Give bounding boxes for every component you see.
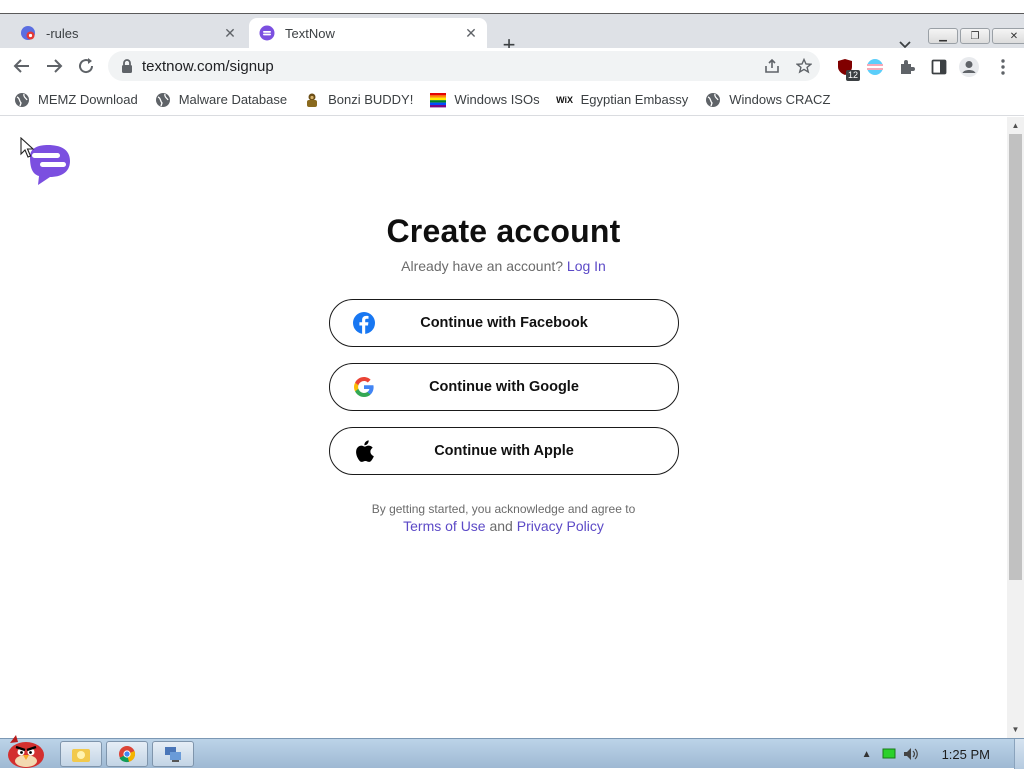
scroll-down-arrow-icon[interactable]: ▼ — [1007, 721, 1024, 738]
scroll-up-arrow-icon[interactable]: ▲ — [1007, 117, 1024, 134]
globe-icon — [155, 92, 171, 108]
show-hidden-icons-icon[interactable]: ▲ — [856, 743, 878, 765]
bookmarks-bar: MEMZ Download Malware Database Bonzi BUD… — [0, 84, 1024, 116]
google-icon — [352, 375, 376, 399]
bookmark-memz[interactable]: MEMZ Download — [14, 92, 138, 108]
legal-notice: By getting started, you acknowledge and … — [0, 501, 1007, 534]
address-bar[interactable]: textnow.com/signup — [108, 51, 820, 81]
vertical-scrollbar[interactable]: ▲ ▼ — [1007, 117, 1024, 738]
side-panel-icon[interactable] — [928, 56, 950, 78]
bookmark-malware-database[interactable]: Malware Database — [155, 92, 287, 108]
bookmark-label: MEMZ Download — [38, 92, 138, 107]
back-arrow-icon[interactable] — [10, 54, 34, 78]
textnow-favicon-icon — [259, 25, 275, 41]
profile-avatar-icon[interactable] — [958, 56, 980, 78]
login-prompt: Already have an account? Log In — [0, 258, 1007, 274]
bookmark-label: Egyptian Embassy — [580, 92, 689, 107]
tab-strip: ⁠-rules ✕ TextNow ✕ + ▁ ❐ ✕ — [0, 14, 1024, 57]
wix-icon: WiX — [556, 94, 574, 105]
extensions-puzzle-icon[interactable] — [896, 56, 918, 78]
already-have-account-text: Already have an account? — [401, 258, 564, 274]
tab-favicon-icon — [20, 25, 36, 41]
page-content: Create account Already have an account? … — [0, 117, 1007, 738]
url-text: textnow.com/signup — [142, 57, 274, 75]
rainbow-flag-icon — [430, 92, 447, 108]
taskbar-chrome-button[interactable] — [106, 741, 148, 767]
tab-rules[interactable]: ⁠-rules ✕ — [10, 18, 246, 48]
globe-icon — [14, 92, 30, 108]
taskbar-network-button[interactable] — [152, 741, 194, 767]
facebook-icon — [352, 311, 376, 335]
close-window-button[interactable]: ✕ — [992, 28, 1024, 44]
reload-icon[interactable] — [74, 54, 98, 78]
continue-with-facebook-button[interactable]: Continue with Facebook — [329, 299, 679, 347]
bookmark-bonzi-buddy[interactable]: Bonzi BUDDY! — [304, 92, 413, 108]
bookmark-windows-cracz[interactable]: Windows CRACZ — [705, 92, 830, 108]
bookmark-egyptian-embassy[interactable]: WiX Egyptian Embassy — [556, 92, 689, 108]
minimize-button[interactable]: ▁ — [928, 28, 958, 44]
show-desktop-button[interactable] — [1014, 739, 1024, 769]
legal-line: By getting started, you acknowledge and … — [371, 502, 636, 516]
forward-arrow-icon[interactable] — [42, 54, 66, 78]
login-link[interactable]: Log In — [567, 258, 606, 274]
page-title: Create account — [386, 213, 621, 249]
button-label: Continue with Apple — [434, 443, 574, 459]
continue-with-apple-button[interactable]: Continue with Apple — [329, 427, 679, 475]
extension-badge: 12 — [845, 70, 860, 81]
tab-close-icon[interactable]: ✕ — [220, 23, 240, 43]
tab-title: TextNow — [285, 25, 335, 41]
tab-textnow[interactable]: TextNow ✕ — [249, 18, 487, 48]
taskbar-explorer-button[interactable] — [60, 741, 102, 767]
bookmark-label: Windows CRACZ — [729, 92, 831, 107]
system-tray: ▲ 1:25 PM — [856, 739, 1024, 769]
bookmark-label: Windows ISOs — [454, 92, 540, 107]
taskbar: ▲ 1:25 PM — [0, 735, 1024, 769]
continue-with-google-button[interactable]: Continue with Google — [329, 363, 679, 411]
volume-icon[interactable] — [900, 743, 922, 765]
folder-icon — [72, 749, 90, 762]
network-status-icon[interactable] — [878, 743, 900, 765]
window-top-edge — [0, 0, 1024, 14]
button-label: Continue with Facebook — [420, 315, 588, 331]
browser-menu-icon[interactable] — [992, 56, 1014, 78]
taskbar-clock[interactable]: 1:25 PM — [942, 747, 990, 762]
start-button-angry-bird-icon[interactable] — [2, 733, 50, 769]
chrome-icon — [119, 746, 136, 763]
button-label: Continue with Google — [429, 379, 579, 395]
bookmark-label: Bonzi BUDDY! — [328, 92, 414, 107]
bonzi-icon — [304, 92, 320, 108]
bookmark-windows-isos[interactable]: Windows ISOs — [430, 92, 540, 108]
scrollbar-thumb[interactable] — [1009, 134, 1022, 580]
share-icon[interactable] — [756, 58, 788, 74]
flag-extension-icon[interactable] — [864, 56, 886, 78]
ublock-extension-icon[interactable]: 12 — [834, 56, 860, 81]
globe-icon — [705, 92, 721, 108]
mouse-cursor-icon — [20, 136, 36, 164]
lock-icon — [112, 59, 142, 73]
computer-icon — [165, 747, 181, 762]
browser-toolbar: textnow.com/signup 12 — [0, 48, 1024, 84]
window-controls: ▁ ❐ ✕ — [928, 28, 1024, 44]
tab-title: ⁠-rules — [46, 25, 79, 41]
legal-links-row: Terms of Use and Privacy Policy — [0, 518, 1007, 534]
privacy-policy-link[interactable]: Privacy Policy — [517, 518, 604, 534]
apple-icon — [352, 439, 376, 463]
tab-close-icon[interactable]: ✕ — [461, 23, 481, 43]
restore-button[interactable]: ❐ — [960, 28, 990, 44]
bookmark-label: Malware Database — [178, 92, 288, 107]
and-text: and — [489, 518, 513, 534]
terms-of-use-link[interactable]: Terms of Use — [403, 518, 485, 534]
bookmark-star-icon[interactable] — [788, 58, 820, 74]
